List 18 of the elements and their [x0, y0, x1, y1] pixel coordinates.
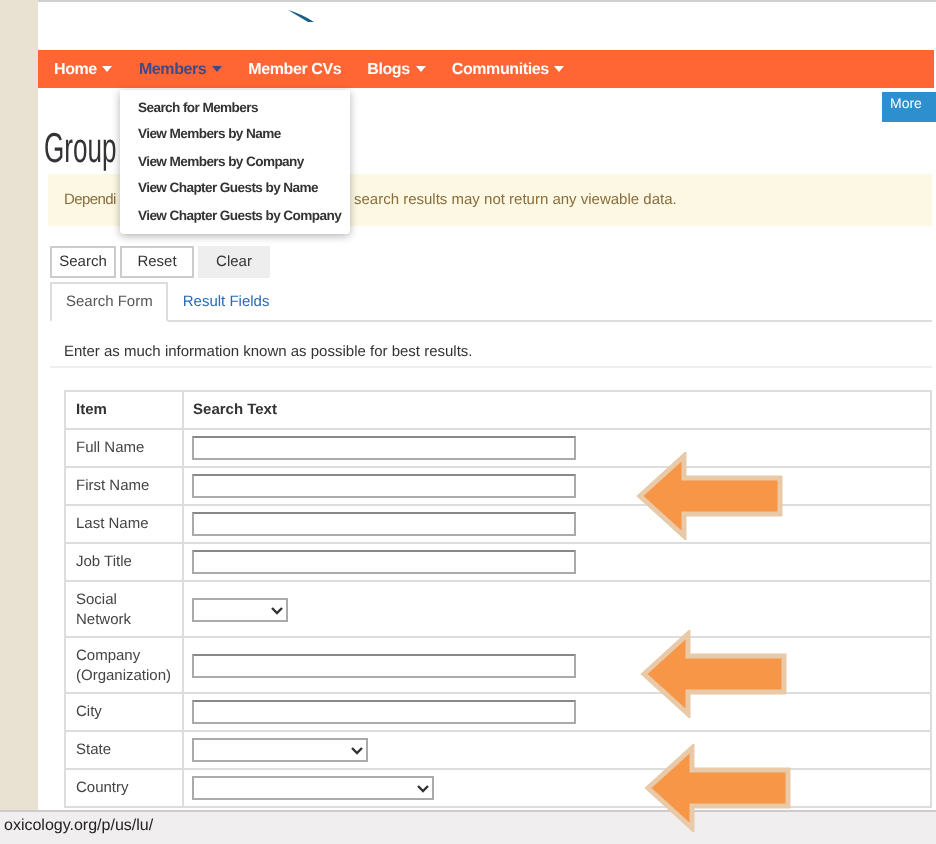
chevron-icon — [349, 742, 364, 758]
select-field[interactable] — [191, 738, 368, 762]
input-field[interactable] — [191, 436, 576, 460]
page-heading: Group — [44, 128, 117, 172]
select-field[interactable] — [191, 597, 288, 621]
input-field[interactable] — [191, 653, 576, 677]
logo-icon — [288, 8, 316, 24]
status-bar: oxicology.org/p/us/lu/ — [0, 810, 936, 844]
select-field[interactable] — [191, 776, 434, 800]
arrow-icon — [640, 630, 792, 718]
arrow-icon — [644, 744, 796, 832]
input-field[interactable] — [191, 512, 576, 536]
chevron-icon — [415, 780, 430, 796]
input-field[interactable] — [191, 700, 576, 724]
chevron-icon — [269, 601, 284, 617]
input-field[interactable] — [191, 550, 576, 574]
arrow-icon — [636, 452, 788, 540]
input-field[interactable] — [191, 474, 576, 498]
